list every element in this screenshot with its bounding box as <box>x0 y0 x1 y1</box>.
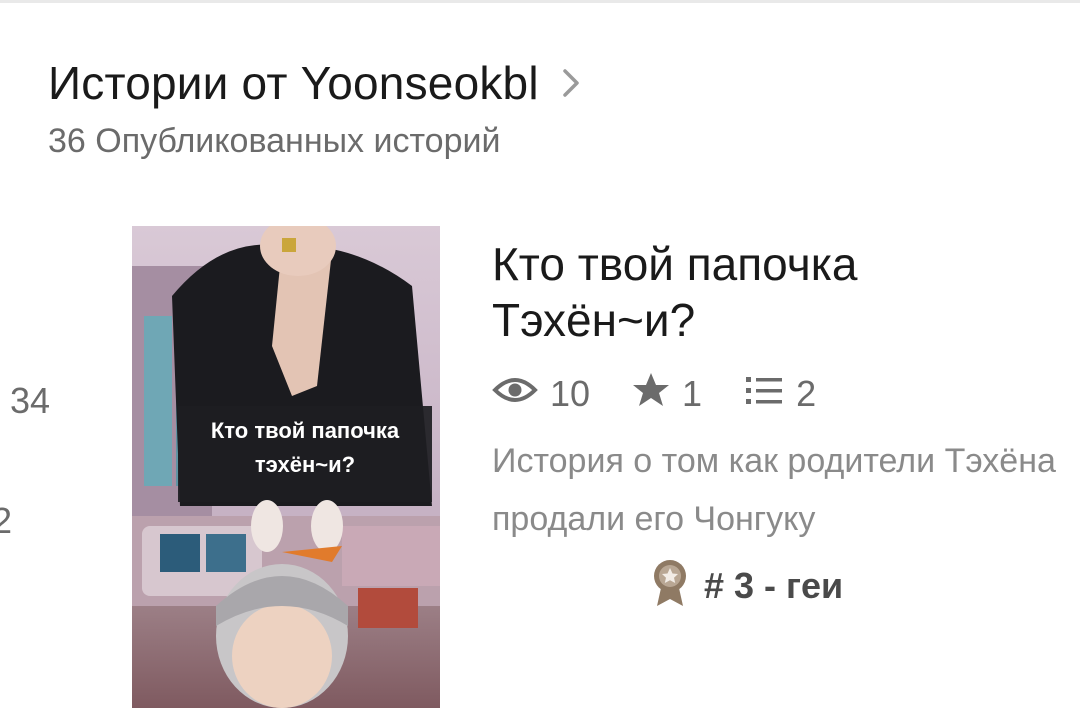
stories-header[interactable]: Истории от Yoonseokbl 36 Опубликованных … <box>48 56 585 161</box>
story-info[interactable]: Кто твой папочка Тэхён~и? 10 1 2 История… <box>492 236 1072 606</box>
section-title[interactable]: Истории от Yoonseokbl <box>48 56 539 110</box>
previous-card-stat: 2 <box>0 500 13 541</box>
star-icon <box>632 372 682 417</box>
cover-title-line2: тэхён~и? <box>255 452 355 477</box>
votes-stat: 1 <box>632 372 702 417</box>
cover-title-line1: Кто твой папочка <box>211 418 400 443</box>
previous-card-stat: 34 <box>10 380 51 421</box>
parts-count: 2 <box>796 373 817 414</box>
chevron-right-icon[interactable] <box>559 65 585 101</box>
views-count: 10 <box>550 373 591 414</box>
story-title[interactable]: Кто твой папочка Тэхён~и? <box>492 236 1072 348</box>
published-count: 36 Опубликованных историй <box>48 122 501 160</box>
views-stat: 10 <box>492 373 590 415</box>
rank-label: # 3 - геи <box>704 564 844 606</box>
rank-badge[interactable]: # 3 - геи <box>652 558 843 613</box>
story-description: История о том как родители Тэхёна продал… <box>492 442 1056 538</box>
story-cover-image[interactable]: Кто твой папочка тэхён~и? <box>132 226 440 708</box>
story-stats: 10 1 2 <box>492 370 1072 418</box>
eye-icon <box>492 373 550 415</box>
list-icon <box>744 373 796 415</box>
parts-stat: 2 <box>744 373 816 415</box>
ribbon-badge-icon <box>652 558 688 613</box>
votes-count: 1 <box>682 373 703 414</box>
top-divider <box>0 0 1080 3</box>
